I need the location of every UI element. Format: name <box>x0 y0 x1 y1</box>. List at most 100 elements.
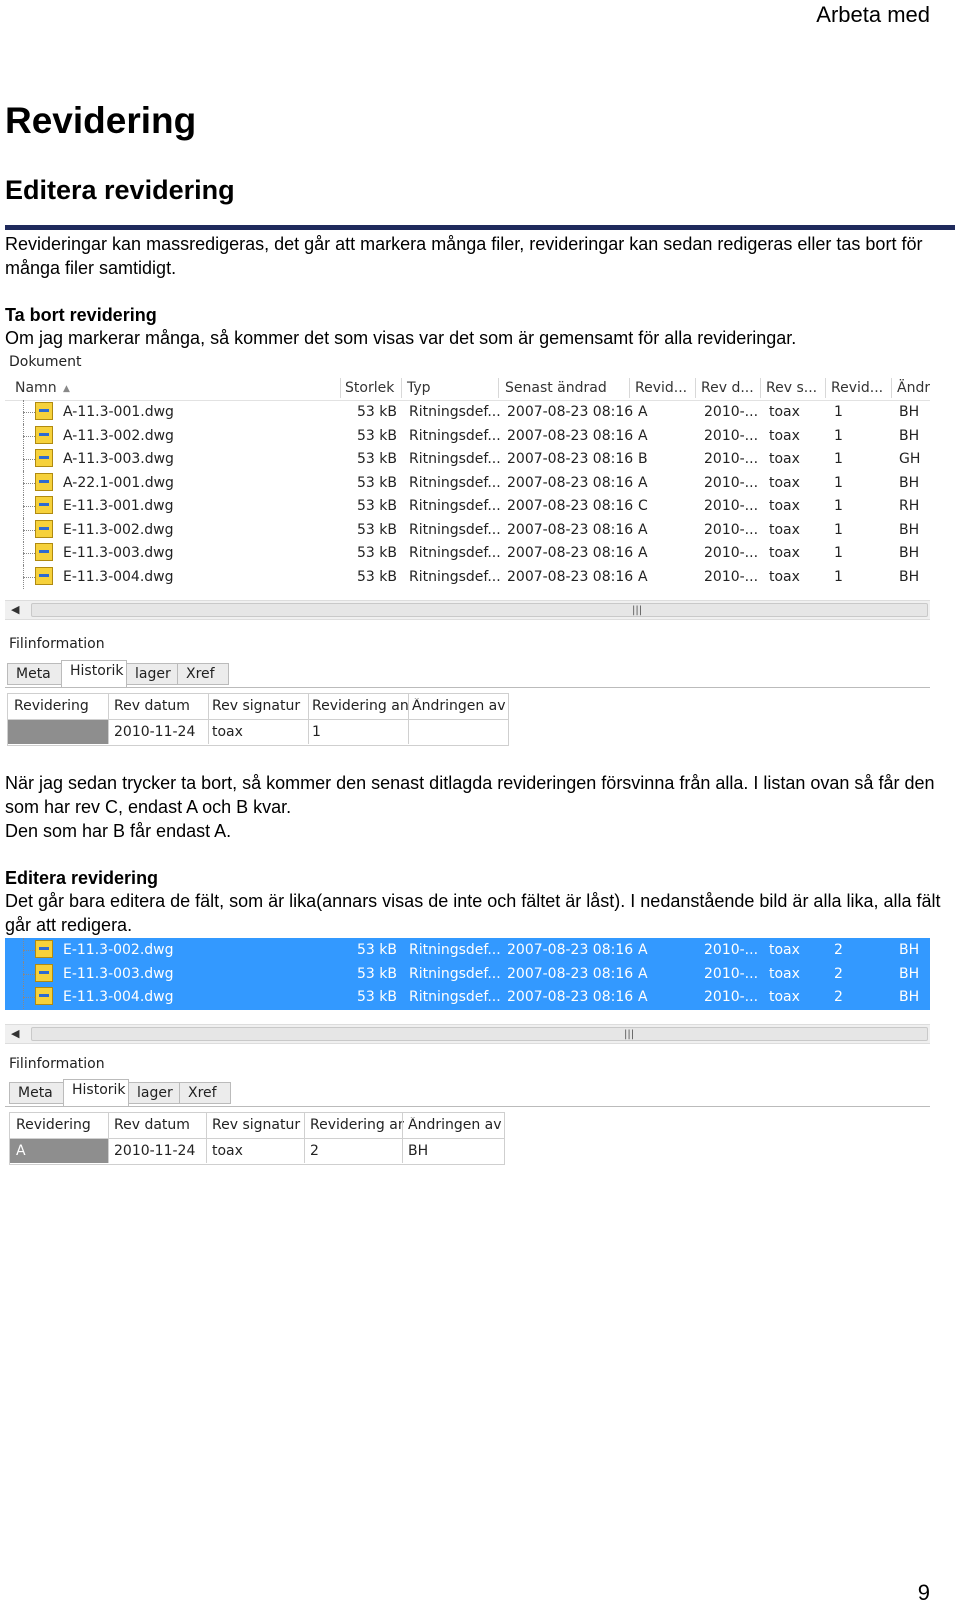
file-cell: toax <box>769 404 800 420</box>
file-cell: toax <box>769 965 800 982</box>
file-cell: E-11.3-002.dwg <box>63 942 174 958</box>
col-rev-datum[interactable]: Rev d... <box>701 380 754 396</box>
horizontal-scrollbar[interactable]: ◀ ||| <box>5 600 930 620</box>
revidering-antal-cell[interactable]: 1 <box>312 724 321 740</box>
hcol-revidering[interactable]: Revidering <box>14 698 106 714</box>
file-cell: Ritningsdef... <box>409 498 501 514</box>
scrollbar-thumb[interactable]: ||| <box>31 1027 928 1041</box>
andringen-cell[interactable]: BH <box>408 1143 428 1159</box>
file-cell: toax <box>769 568 800 585</box>
column-header-row: Namn ▲ Storlek Typ Senast ändrad Revid..… <box>5 376 930 401</box>
col-rev-signatur[interactable]: Rev s... <box>766 380 817 396</box>
file-cell: BH <box>899 474 920 491</box>
document-panel-selected-screenshot: E-11.3-002.dwg 53 kB Ritningsdef... 2007-08… <box>5 938 930 1048</box>
file-cell: 2 <box>834 965 843 982</box>
file-cell: 2007-08-23 08:16 <box>507 568 634 585</box>
file-row[interactable]: A-11.3-003.dwg 53 kB Ritningsdef... 2007-08… <box>5 447 930 471</box>
file-cell: 2007-08-23 08:16 <box>507 498 634 514</box>
file-cell: 1 <box>834 404 843 420</box>
hcol-rev-datum[interactable]: Rev datum <box>114 698 206 714</box>
file-row[interactable]: E-11.3-003.dwg 53 kB Ritningsdef... 2007-08… <box>5 961 930 986</box>
hcol-rev-signatur[interactable]: Rev signatur <box>212 1117 304 1133</box>
col-revid[interactable]: Revid... <box>635 380 687 396</box>
scroll-left-icon[interactable]: ◀ <box>11 603 19 616</box>
file-cell: 2010-... <box>704 521 759 538</box>
file-row[interactable]: E-11.3-002.dwg 53 kB Ritningsdef... 2007-08… <box>5 517 930 542</box>
file-cell: 53 kB <box>357 474 397 491</box>
file-cell: 2010-... <box>704 965 759 982</box>
horizontal-scrollbar-2[interactable]: ◀ ||| <box>5 1024 930 1044</box>
rev-datum-cell[interactable]: 2010-11-24 <box>114 1143 195 1159</box>
tab-historik-2[interactable]: Historik <box>63 1079 129 1106</box>
tab-xref-2[interactable]: Xref <box>179 1082 231 1104</box>
file-row[interactable]: A-11.3-001.dwg 53 kB Ritningsdef... 2007-08… <box>5 400 930 424</box>
file-cell: 2010-... <box>704 451 759 467</box>
hcol-rev-signatur[interactable]: Rev signatur <box>212 698 306 714</box>
history-row[interactable]: 2010-11-24 toax 1 <box>8 720 508 745</box>
file-cell: 53 kB <box>357 427 397 444</box>
file-cell: BH <box>899 965 920 982</box>
file-cell: A <box>638 989 648 1005</box>
file-row[interactable]: E-11.3-001.dwg 53 kB Ritningsdef... 2007-08… <box>5 494 930 518</box>
file-cell: A <box>638 404 648 420</box>
revidering-antal-cell[interactable]: 2 <box>310 1143 319 1159</box>
file-row[interactable]: E-11.3-004.dwg 53 kB Ritningsdef... 2007-08… <box>5 564 930 589</box>
file-cell: 2010-... <box>704 568 759 585</box>
history-grid: Revidering Rev datum Rev signatur Revide… <box>7 693 509 746</box>
col-revid-antal[interactable]: Revid... <box>831 380 883 396</box>
dwg-file-icon <box>35 519 53 538</box>
dwg-file-icon <box>35 566 53 585</box>
file-cell: BH <box>899 989 920 1005</box>
hcol-andringen[interactable]: Ändringen avse <box>412 698 506 714</box>
hcol-revidering-antal[interactable]: Revidering anta <box>310 1117 404 1133</box>
tab-historik[interactable]: Historik <box>61 660 127 687</box>
file-row[interactable]: E-11.3-002.dwg 53 kB Ritningsdef... 2007-08… <box>5 938 930 962</box>
file-cell: toax <box>769 989 800 1005</box>
section-title: Editera revidering <box>5 175 235 205</box>
rev-signatur-cell[interactable]: toax <box>212 724 243 740</box>
tab-meta[interactable]: Meta <box>7 663 62 685</box>
rev-datum-cell[interactable]: 2010-11-24 <box>114 724 195 740</box>
edit-revision-text: Det går bara editera de fält, som är lik… <box>5 891 941 935</box>
file-row[interactable]: E-11.3-003.dwg 53 kB Ritningsdef... 2007-08… <box>5 541 930 565</box>
col-andring[interactable]: Ändri <box>897 380 930 396</box>
tab-lager[interactable]: lager <box>126 663 178 685</box>
rev-signatur-cell[interactable]: toax <box>212 1143 243 1159</box>
col-namn[interactable]: Namn <box>15 380 57 396</box>
col-senast-andrad[interactable]: Senast ändrad <box>505 380 607 396</box>
file-row[interactable]: E-11.3-004.dwg 53 kB Ritningsdef... 2007-08… <box>5 985 930 1009</box>
file-cell: 1 <box>834 427 843 444</box>
scrollbar-thumb[interactable]: ||| <box>31 603 928 617</box>
file-cell: Ritningsdef... <box>409 451 501 467</box>
file-cell: Ritningsdef... <box>409 965 501 982</box>
file-cell: BH <box>899 942 920 958</box>
file-cell: Ritningsdef... <box>409 404 501 420</box>
tab-lager-2[interactable]: lager <box>128 1082 180 1104</box>
file-cell: 53 kB <box>357 942 397 958</box>
file-cell: E-11.3-004.dwg <box>63 568 174 585</box>
tab-meta-2[interactable]: Meta <box>9 1082 64 1104</box>
title-rule <box>5 225 955 230</box>
file-row[interactable]: A-22.1-001.dwg 53 kB Ritningsdef... 2007-08… <box>5 470 930 495</box>
file-cell: A-11.3-002.dwg <box>63 427 174 444</box>
scroll-left-icon[interactable]: ◀ <box>11 1027 19 1040</box>
tab-xref[interactable]: Xref <box>177 663 229 685</box>
file-cell: 2007-08-23 08:16 <box>507 989 634 1005</box>
col-storlek[interactable]: Storlek <box>345 380 394 396</box>
dwg-file-icon <box>35 449 53 467</box>
selected-rows[interactable]: E-11.3-002.dwg 53 kB Ritningsdef... 2007-08… <box>5 938 930 1010</box>
dwg-file-icon <box>35 940 53 958</box>
file-cell: 2007-08-23 08:16 <box>507 521 634 538</box>
hcol-andringen[interactable]: Ändringen avse <box>408 1117 502 1133</box>
hcol-revidering-antal[interactable]: Revidering anta <box>312 698 408 714</box>
edit-revision-heading: Editera revidering <box>5 868 159 888</box>
revidering-value[interactable]: A <box>16 1143 26 1159</box>
history-header-row-2: Revidering Rev datum Rev signatur Revide… <box>10 1113 504 1138</box>
history-row-2[interactable]: A 2010-11-24 toax 2 BH <box>10 1139 504 1164</box>
file-cell: 2007-08-23 08:16 <box>507 427 634 444</box>
hcol-rev-datum[interactable]: Rev datum <box>114 1117 206 1133</box>
file-row[interactable]: A-11.3-002.dwg 53 kB Ritningsdef... 2007-08… <box>5 423 930 448</box>
hcol-revidering[interactable]: Revidering <box>16 1117 108 1133</box>
col-typ[interactable]: Typ <box>407 380 431 396</box>
revidering-cell[interactable] <box>8 720 108 744</box>
